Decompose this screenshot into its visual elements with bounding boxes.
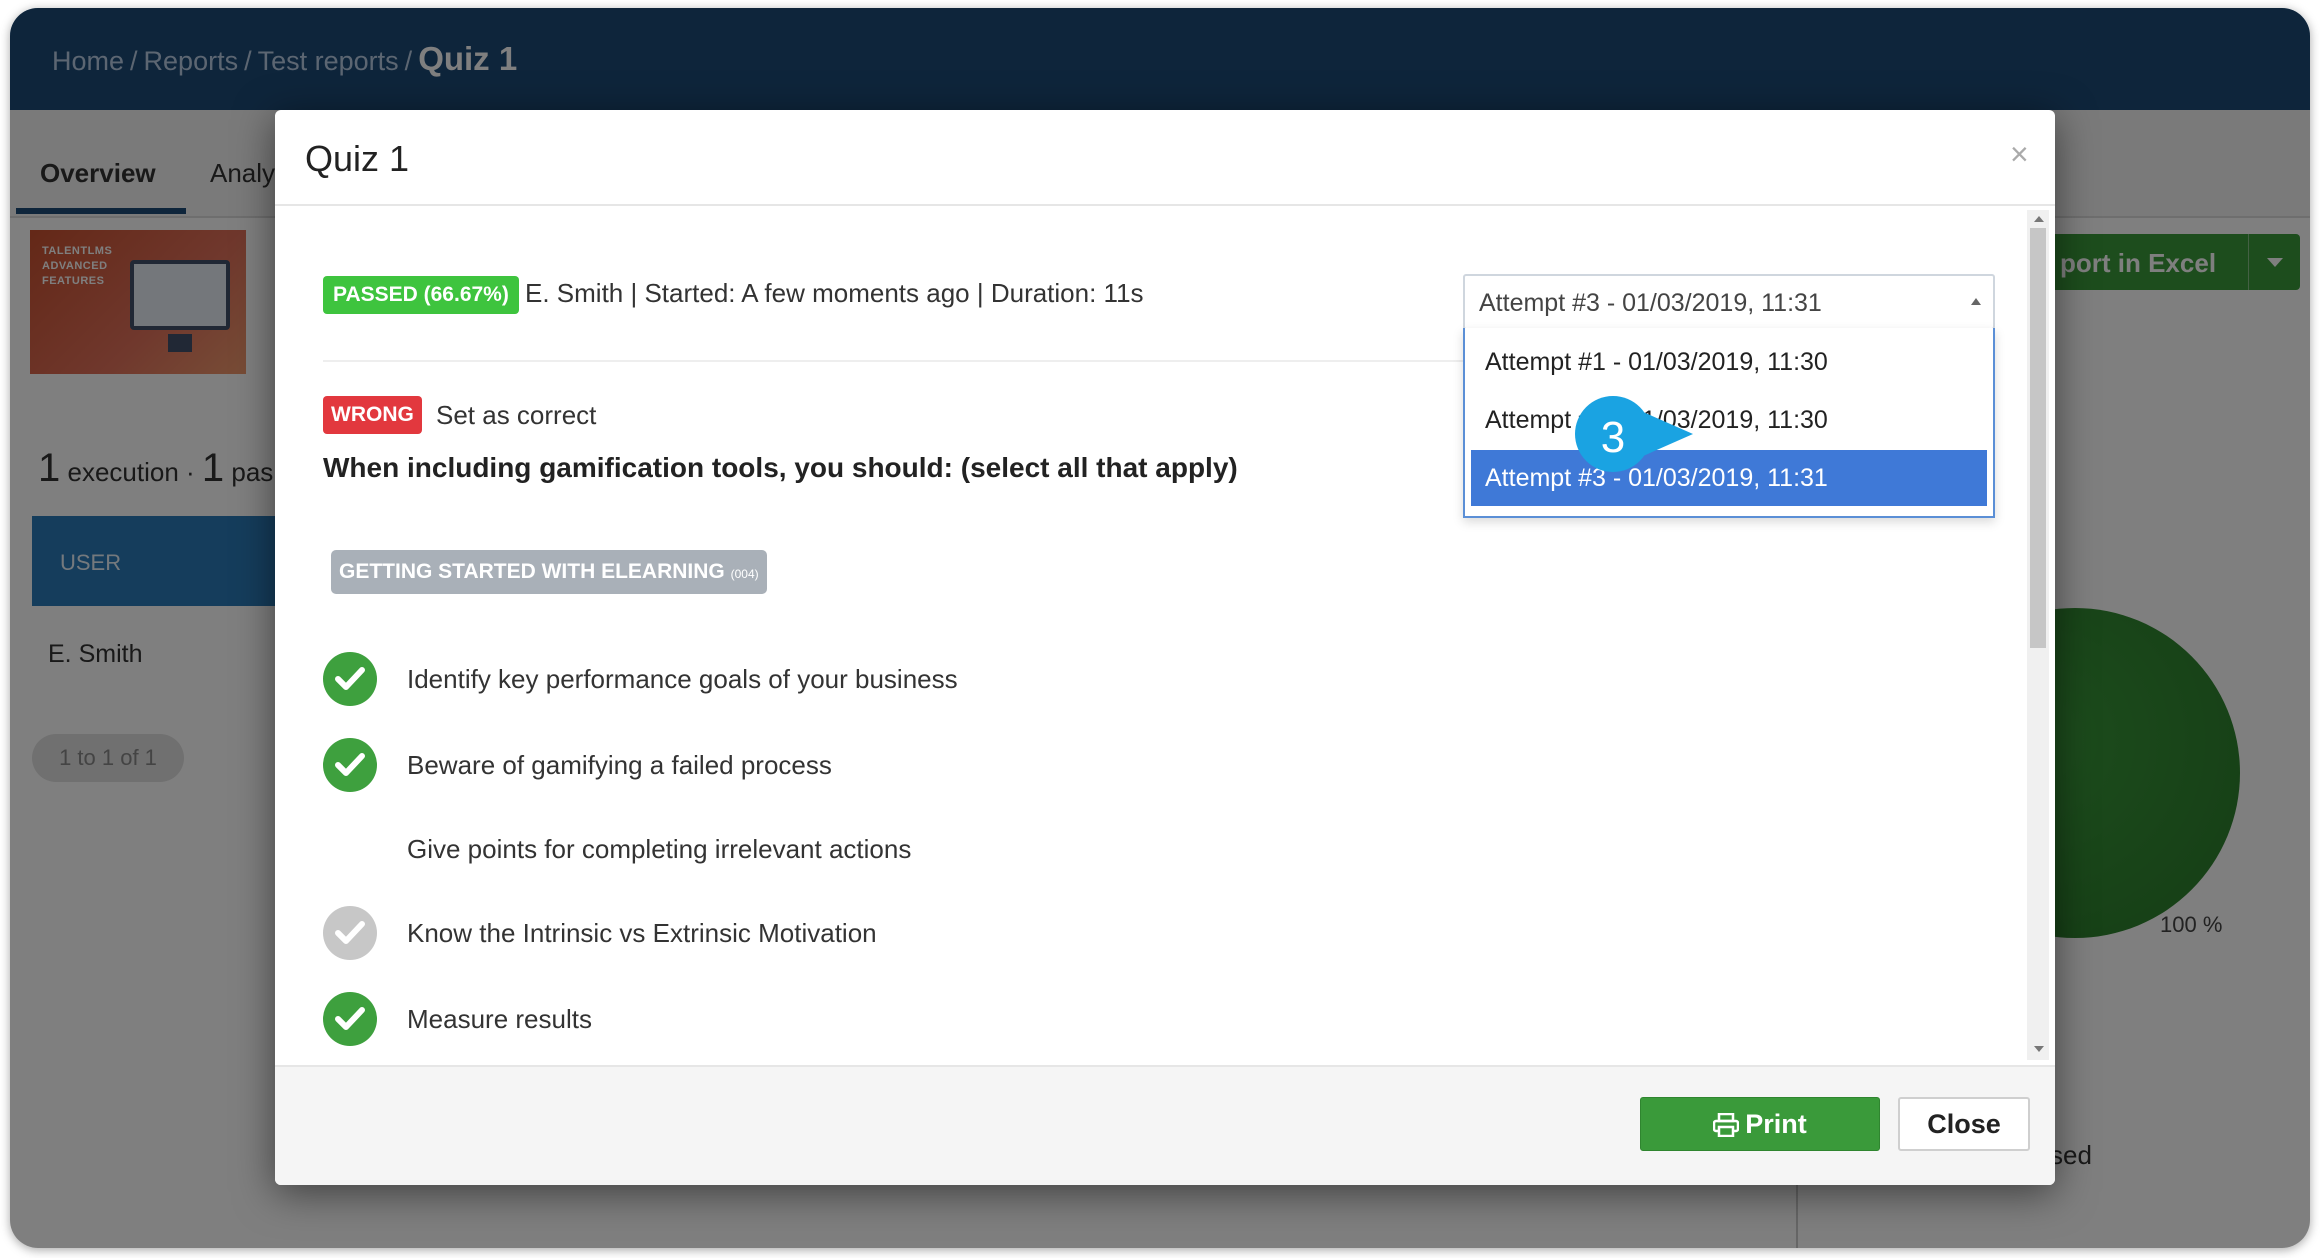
check-circle-icon	[323, 992, 377, 1046]
modal-footer: Print Close	[275, 1065, 2055, 1185]
print-label: Print	[1745, 1108, 1807, 1139]
attempt-select[interactable]: Attempt #3 - 01/03/2019, 11:31	[1463, 274, 1995, 330]
printer-icon	[1713, 1113, 1740, 1138]
topic-tag-label: GETTING STARTED WITH ELEARNING	[339, 560, 725, 583]
question-text: When including gamification tools, you s…	[323, 452, 1238, 483]
attempt-option[interactable]: Attempt #1 - 01/03/2019, 11:30	[1471, 334, 1987, 390]
attempt-option[interactable]: Attempt #2 - 01/03/2019, 11:30	[1471, 392, 1987, 448]
answer-text: Know the Intrinsic vs Extrinsic Motivati…	[407, 918, 877, 948]
step-marker-number: 3	[1600, 413, 1626, 462]
attempt-meta: E. Smith | Started: A few moments ago | …	[525, 278, 1144, 308]
modal-header: Quiz 1 ×	[275, 110, 2055, 206]
scroll-up-arrow-icon[interactable]	[2034, 216, 2044, 222]
answer-text: Measure results	[407, 1004, 592, 1034]
check-circle-icon	[323, 652, 377, 706]
scroll-down-arrow-icon[interactable]	[2034, 1046, 2044, 1052]
attempt-dropdown: Attempt #1 - 01/03/2019, 11:30 Attempt #…	[1463, 328, 1995, 518]
attempt-option-selected[interactable]: Attempt #3 - 01/03/2019, 11:31	[1471, 450, 1987, 506]
modal-title: Quiz 1	[305, 138, 410, 179]
scroll-thumb[interactable]	[2030, 228, 2046, 648]
app-window: Home/Reports/Test reports/Quiz 1 Overvie…	[10, 8, 2310, 1248]
status-badge: PASSED (66.67%)	[323, 276, 519, 314]
modal-scrollbar[interactable]	[2027, 210, 2049, 1060]
chevron-up-icon	[1971, 298, 1981, 305]
print-button[interactable]: Print	[1640, 1097, 1880, 1151]
answer-text: Give points for completing irrelevant ac…	[407, 834, 912, 864]
check-circle-grey-icon	[323, 906, 377, 960]
quiz-modal: Quiz 1 × PASSED (66.67%) E. Smith | Star…	[275, 110, 2055, 1185]
answer-text: Beware of gamifying a failed process	[407, 750, 832, 780]
wrong-badge: WRONG	[323, 396, 422, 434]
divider	[323, 360, 1483, 362]
close-button[interactable]: Close	[1898, 1097, 2030, 1151]
topic-tag-code: (004)	[730, 567, 759, 581]
close-icon[interactable]: ×	[2010, 138, 2029, 170]
check-circle-icon	[323, 738, 377, 792]
blank-answer-icon	[323, 822, 377, 876]
set-as-correct-link[interactable]: Set as correct	[436, 400, 596, 431]
answer-text: Identify key performance goals of your b…	[407, 664, 958, 694]
attempt-option-label: Attempt #1 - 01/03/2019, 11:30	[1485, 348, 1828, 376]
attempt-select-value: Attempt #3 - 01/03/2019, 11:31	[1479, 289, 1822, 317]
topic-tag: GETTING STARTED WITH ELEARNING (004)	[331, 550, 767, 594]
